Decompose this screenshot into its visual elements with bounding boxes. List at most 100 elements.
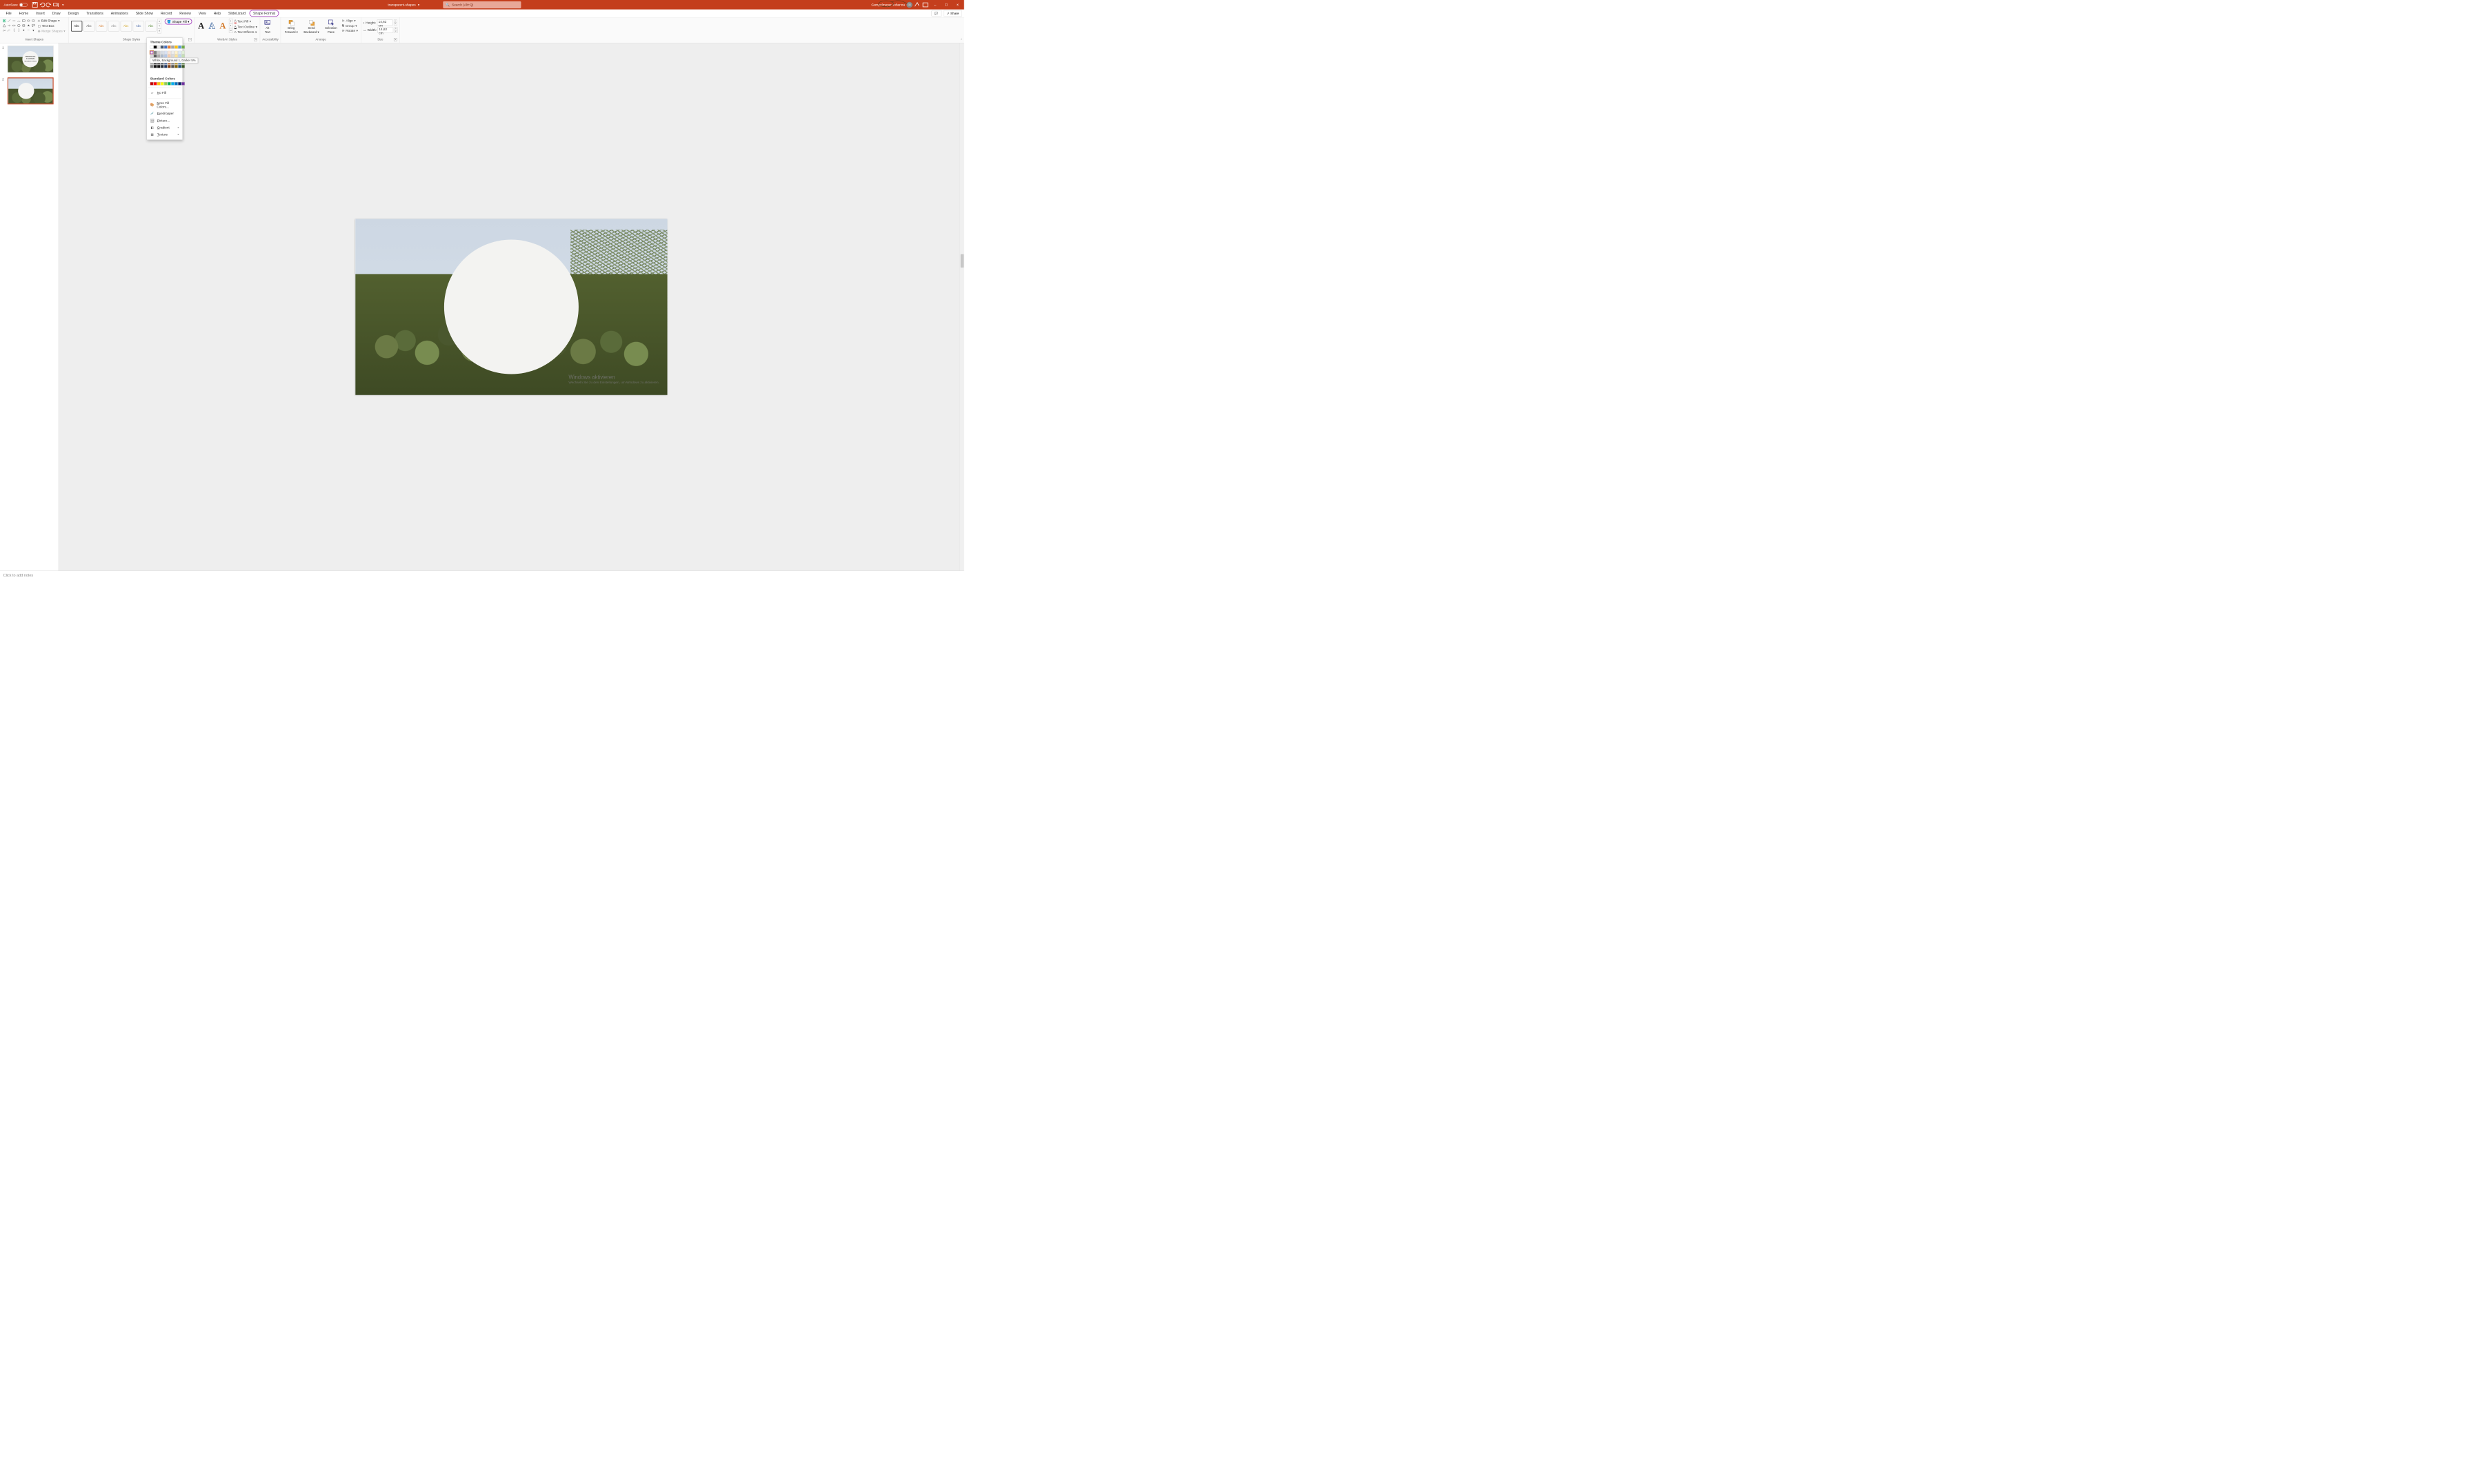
wordart-gallery[interactable]: A A A ▴▾⊟ — [197, 19, 232, 33]
color-swatch[interactable] — [181, 51, 185, 54]
shape-freeform-icon[interactable] — [2, 28, 6, 32]
autosave-toggle[interactable] — [19, 3, 28, 6]
picture-item[interactable]: 🖼Picture... — [147, 117, 182, 124]
edit-shape-button[interactable]: ◇Edit Shape ▾ — [37, 19, 66, 23]
color-swatch[interactable] — [154, 65, 157, 68]
tab-review[interactable]: Review — [176, 10, 195, 17]
slide-canvas[interactable]: Windows aktivieren Wechseln Sie zu den E… — [355, 219, 667, 394]
wordart-launcher[interactable]: ↘ — [254, 38, 257, 41]
color-swatch[interactable] — [161, 46, 164, 49]
shape-fill-button[interactable]: 🪣 Shape Fill ▾ — [165, 19, 192, 25]
color-swatch[interactable] — [168, 51, 171, 54]
alt-text-button[interactable]: AltText — [262, 19, 272, 34]
maximize-button[interactable]: ☐ — [941, 0, 951, 10]
text-box-button[interactable]: ▢Text Box — [37, 23, 66, 28]
shape-callout-icon[interactable] — [31, 23, 35, 28]
color-swatch[interactable] — [164, 46, 168, 49]
text-fill-button[interactable]: A Text Fill ▾ — [234, 19, 258, 23]
shape-line2-icon[interactable] — [12, 19, 16, 23]
group-button[interactable]: ⧉ Group ▾ — [341, 23, 359, 28]
width-down-icon[interactable]: ▾ — [395, 30, 398, 33]
tab-slidelizard[interactable]: SlideLizard — [225, 10, 250, 17]
qat-dropdown-icon[interactable]: ▾ — [60, 1, 66, 8]
autosave[interactable]: AutoSave — [1, 3, 30, 6]
color-swatch[interactable] — [168, 54, 171, 58]
bring-forward-button[interactable]: BringForward ▾ — [283, 19, 299, 34]
tab-record[interactable]: Record — [157, 10, 176, 17]
from-beginning-icon[interactable] — [52, 1, 59, 8]
color-swatch[interactable] — [161, 51, 164, 54]
height-down-icon[interactable]: ▾ — [394, 23, 397, 26]
canvas-scroll[interactable]: Windows aktivieren Wechseln Sie zu den E… — [59, 43, 964, 570]
shape-oval-icon[interactable] — [26, 19, 30, 23]
color-swatch[interactable] — [168, 46, 171, 49]
text-outline-button[interactable]: A Text Outline ▾ — [234, 24, 258, 29]
shape-textbox-icon[interactable]: A — [2, 19, 6, 23]
color-swatch[interactable] — [157, 51, 161, 54]
wa-up-icon[interactable]: ▴ — [229, 19, 232, 23]
document-title[interactable]: transparent-shapes▾ — [388, 3, 419, 6]
color-swatch[interactable] — [150, 46, 154, 49]
shapes-more-dropdown-icon[interactable]: ▾ — [31, 28, 35, 32]
style-thumb-1[interactable]: Abc — [71, 21, 82, 32]
style-thumb-4[interactable]: Abc — [108, 21, 119, 32]
color-swatch[interactable] — [181, 82, 185, 86]
color-swatch[interactable] — [150, 82, 154, 86]
text-effects-button[interactable]: A Text Effects ▾ — [234, 30, 258, 34]
shape-brace2-icon[interactable]: } — [17, 28, 21, 32]
color-swatch[interactable] — [154, 54, 157, 58]
selection-pane-button[interactable]: SelectionPane — [323, 19, 339, 34]
align-button[interactable]: ⊫ Align ▾ — [341, 19, 359, 23]
tab-home[interactable]: Home — [15, 10, 32, 17]
color-swatch[interactable] — [154, 51, 157, 54]
texture-item[interactable]: ▦Texture▸ — [147, 131, 182, 138]
shape-hexagon-icon[interactable] — [17, 23, 21, 28]
shape-connector-icon[interactable] — [17, 19, 21, 23]
no-fill-item[interactable]: ▱No Fill — [147, 89, 182, 96]
color-swatch[interactable] — [178, 65, 181, 68]
color-swatch[interactable] — [161, 54, 164, 58]
shape-brace-icon[interactable]: { — [12, 28, 16, 32]
color-swatch[interactable] — [171, 46, 175, 49]
wordart-style-1[interactable]: A — [197, 21, 206, 32]
color-swatch[interactable] — [164, 54, 168, 58]
comments-button[interactable]: 💬 — [932, 10, 941, 17]
style-thumb-7[interactable]: Abc — [145, 21, 156, 32]
tab-transitions[interactable]: Transitions — [83, 10, 108, 17]
style-up-icon[interactable]: ▴ — [157, 19, 161, 23]
slide-thumbnail-2[interactable] — [8, 77, 54, 104]
wa-more-icon[interactable]: ⊟ — [229, 28, 232, 33]
shape-star-icon[interactable]: ★ — [26, 23, 30, 28]
style-thumb-3[interactable]: Abc — [96, 21, 107, 32]
height-input[interactable]: 14,62 cm — [377, 19, 393, 26]
undo-icon[interactable] — [39, 1, 45, 8]
style-thumb-6[interactable]: Abc — [132, 21, 143, 32]
shape-more-icon[interactable]: ⋯ — [26, 28, 30, 32]
shape-star4-icon[interactable]: ✦ — [21, 28, 26, 32]
color-swatch[interactable] — [164, 82, 168, 86]
save-icon[interactable] — [32, 1, 38, 8]
color-swatch[interactable] — [154, 46, 157, 49]
tab-view[interactable]: View — [195, 10, 210, 17]
slide-thumbnail-1[interactable]: TROPICALLEAVESTRANSPARENT SHAPES — [8, 46, 54, 72]
shape-roundrect-icon[interactable] — [31, 19, 35, 23]
tab-insert[interactable]: Insert — [32, 10, 49, 17]
close-button[interactable]: ✕ — [953, 0, 962, 10]
tab-draw[interactable]: Draw — [48, 10, 64, 17]
style-more-icon[interactable]: ⊟ — [157, 28, 161, 33]
color-swatch[interactable] — [175, 65, 178, 68]
style-thumb-2[interactable]: Abc — [83, 21, 94, 32]
color-swatch[interactable] — [150, 65, 154, 68]
color-swatch[interactable] — [178, 54, 181, 58]
gradient-item[interactable]: ◧Gradient▸ — [147, 124, 182, 131]
color-swatch[interactable] — [178, 82, 181, 86]
color-swatch[interactable] — [164, 51, 168, 54]
color-swatch[interactable] — [175, 54, 178, 58]
tab-shape-format[interactable]: Shape Format — [250, 10, 279, 17]
shape-arc-icon[interactable] — [7, 28, 11, 32]
minimize-button[interactable]: ─ — [930, 0, 940, 10]
color-swatch[interactable] — [161, 82, 164, 86]
color-swatch[interactable] — [171, 51, 175, 54]
shape-style-gallery[interactable]: Abc Abc Abc Abc Abc Abc Abc ▴▾⊟ — [71, 19, 161, 34]
slide-thumbnails-panel[interactable]: 1 TROPICALLEAVESTRANSPARENT SHAPES 2 — [0, 43, 59, 570]
